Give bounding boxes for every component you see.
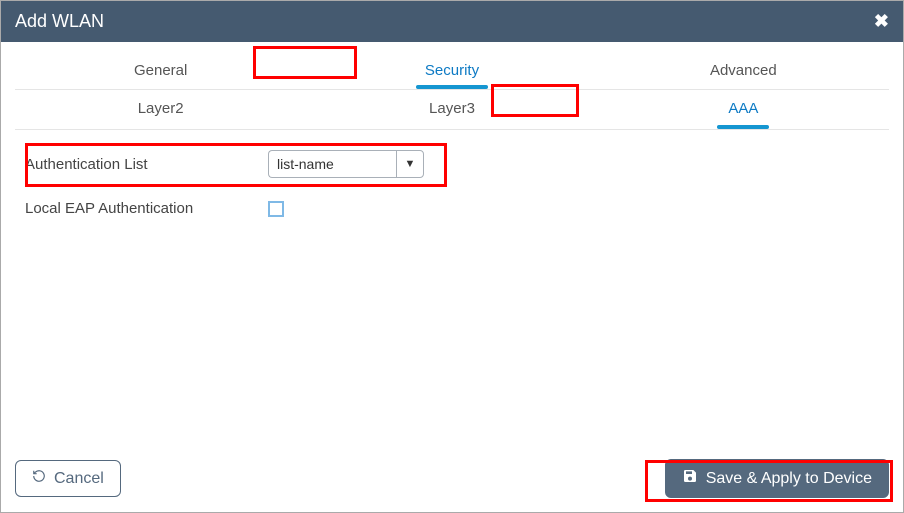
tab-advanced[interactable]: Advanced xyxy=(598,54,889,89)
subtab-layer3[interactable]: Layer3 xyxy=(306,90,597,129)
caret-down-icon: ▼ xyxy=(405,158,416,170)
undo-icon xyxy=(32,469,46,488)
subtab-label: Layer3 xyxy=(429,100,475,117)
auth-list-dropdown-button[interactable]: ▼ xyxy=(396,150,424,178)
dialog-title: Add WLAN xyxy=(15,11,104,32)
tab-label: General xyxy=(134,62,187,79)
tab-label: Advanced xyxy=(710,62,777,79)
subtab-label: Layer2 xyxy=(138,100,184,117)
cancel-button-label: Cancel xyxy=(54,470,104,488)
subtab-aaa[interactable]: AAA xyxy=(598,90,889,129)
save-icon xyxy=(682,468,698,489)
save-button-label: Save & Apply to Device xyxy=(706,470,872,488)
subtab-layer2[interactable]: Layer2 xyxy=(15,90,306,129)
tab-label: Security xyxy=(425,62,479,79)
auth-list-label: Authentication List xyxy=(23,156,268,173)
main-tab-row: General Security Advanced xyxy=(15,54,889,90)
save-apply-button[interactable]: Save & Apply to Device xyxy=(665,459,889,498)
close-icon[interactable]: ✖ xyxy=(874,11,889,32)
cancel-button[interactable]: Cancel xyxy=(15,460,121,497)
title-bar: Add WLAN ✖ xyxy=(1,1,903,42)
subtab-label: AAA xyxy=(728,100,758,117)
dialog-footer: Cancel Save & Apply to Device xyxy=(1,449,903,512)
add-wlan-dialog: Add WLAN ✖ General Security Advanced Lay… xyxy=(0,0,904,513)
form-area: Authentication List ▼ Local EAP Authenti… xyxy=(15,130,889,259)
tab-general[interactable]: General xyxy=(15,54,306,89)
auth-list-input[interactable] xyxy=(268,150,396,178)
tab-underline xyxy=(416,85,488,89)
auth-list-combobox[interactable]: ▼ xyxy=(268,150,424,178)
local-eap-label: Local EAP Authentication xyxy=(23,200,268,217)
subtab-underline xyxy=(717,125,769,129)
sub-tab-row: Layer2 Layer3 AAA xyxy=(15,90,889,130)
tab-security[interactable]: Security xyxy=(306,54,597,89)
row-authentication-list: Authentication List ▼ xyxy=(23,150,881,178)
row-local-eap: Local EAP Authentication xyxy=(23,200,881,217)
local-eap-checkbox[interactable] xyxy=(268,201,284,217)
dialog-body: General Security Advanced Layer2 Layer3 … xyxy=(1,42,903,449)
